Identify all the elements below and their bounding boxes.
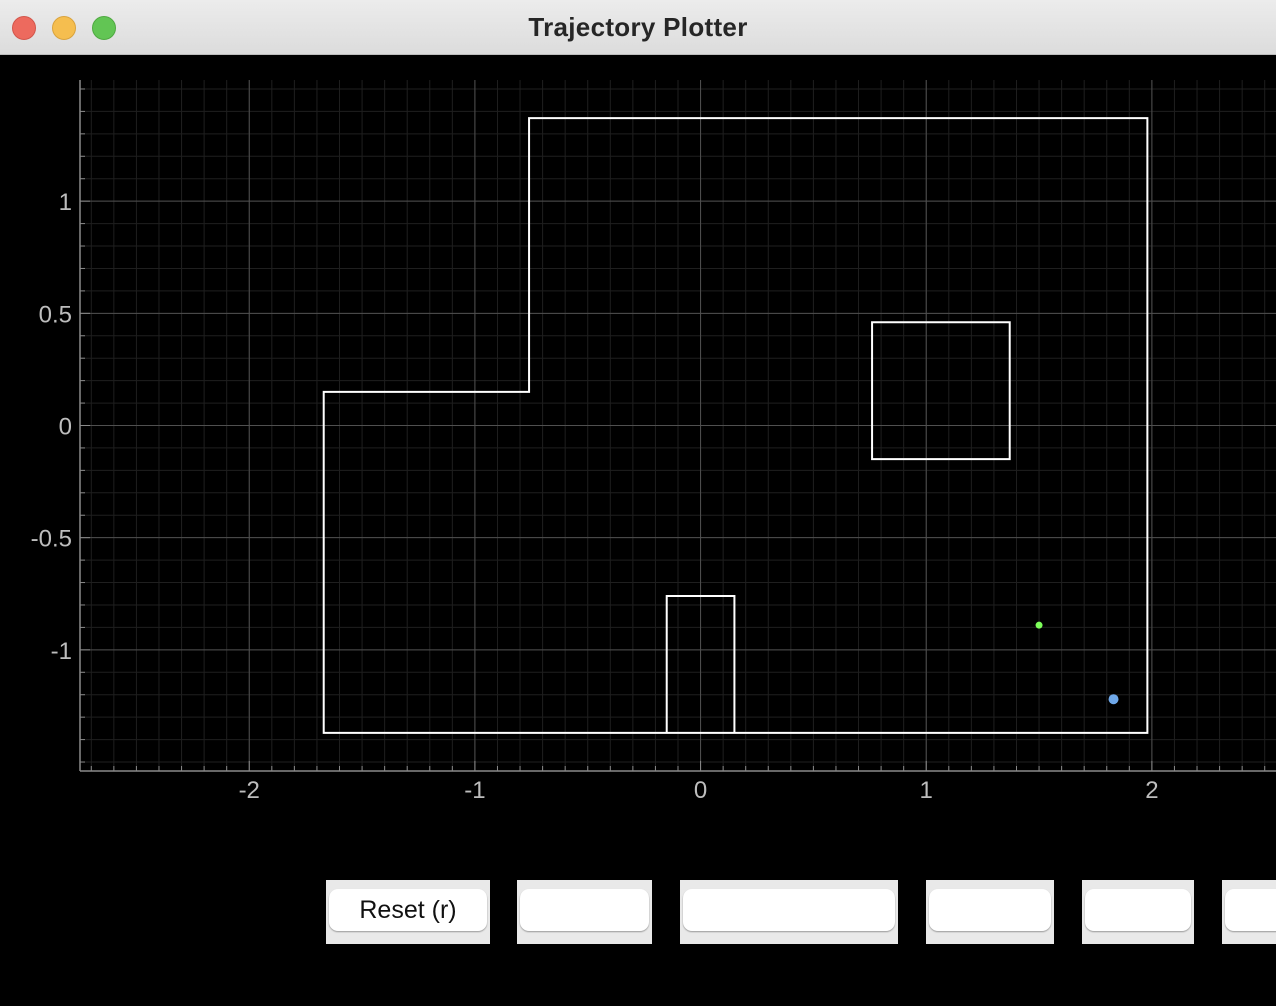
button-2[interactable] [520,889,649,931]
button-5[interactable] [1085,889,1191,931]
green-point [1035,621,1043,629]
y-tick-label: 0.5 [39,301,72,328]
button-4[interactable] [929,889,1051,931]
reset-button[interactable]: Reset (r) [329,889,487,931]
y-tick-label: -1 [51,638,72,665]
button-6[interactable] [1225,889,1276,931]
x-tick-label: -2 [239,777,260,804]
x-tick-label: 2 [1145,777,1158,804]
y-tick-label: 1 [59,189,72,216]
window-titlebar: Trajectory Plotter [0,0,1276,55]
y-tick-label: 0 [59,414,72,441]
button-4-well [926,880,1054,944]
blue-point [1108,694,1119,705]
button-3-well [680,880,898,944]
button-6-well [1222,880,1276,944]
trajectory-plot[interactable]: -2 -1 0 1 2 1 0.5 0 -0.5 -1 [0,56,1276,826]
button-5-well [1082,880,1194,944]
window-title: Trajectory Plotter [528,12,748,42]
x-tick-label: 0 [694,777,707,804]
reset-button-well: Reset (r) [326,880,490,944]
x-tick-label: 1 [920,777,933,804]
button-2-well [517,880,652,944]
button-3[interactable] [683,889,895,931]
y-tick-label: -0.5 [31,526,72,553]
x-tick-label: -1 [464,777,485,804]
square-obstacle [871,321,1011,461]
